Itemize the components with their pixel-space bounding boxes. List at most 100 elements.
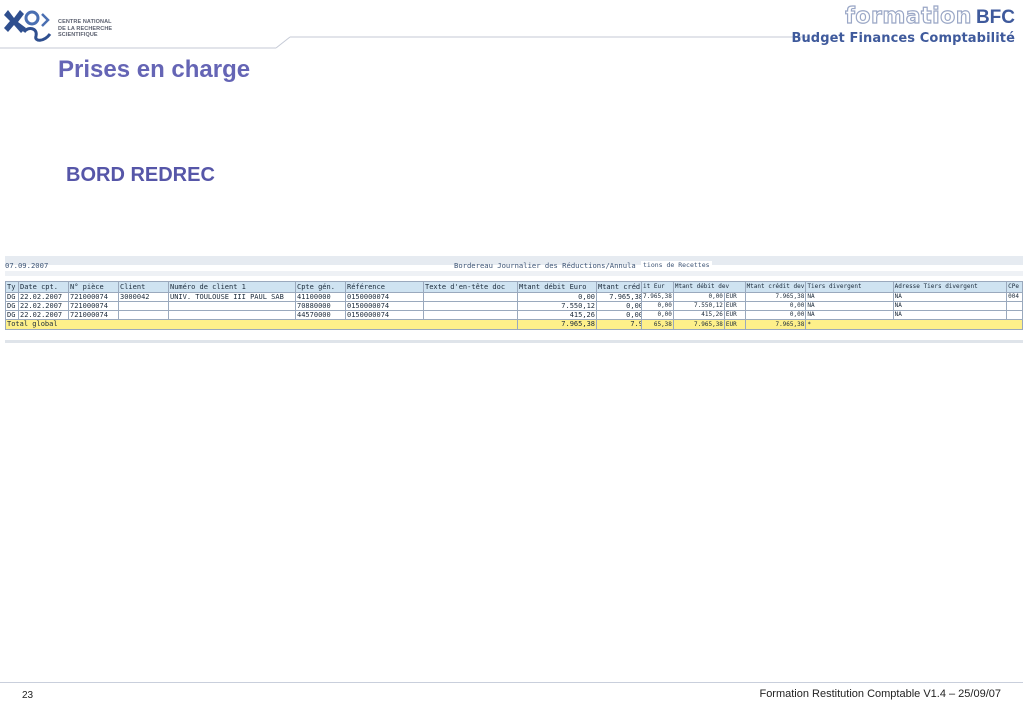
table-row[interactable]: DG 22.02.2007 721000074 3000042 UNIV. TO…: [5, 292, 645, 302]
cell-client: [118, 301, 169, 311]
cell-credit: 7.965,38: [596, 292, 645, 302]
brand-bfc: BFC: [975, 7, 1015, 28]
sap-report-date: 07.09.2007: [5, 261, 49, 270]
cell-credit-euro: 0,00: [641, 310, 674, 320]
cell-currency: EUR: [723, 301, 746, 311]
column-header[interactable]: Texte d'en-tête doc: [423, 281, 518, 293]
cell-client-name: [168, 301, 296, 311]
cell-piece: 721000074: [68, 310, 119, 320]
cell-date: 22.02.2007: [18, 301, 69, 311]
column-header[interactable]: Mtant crédit dev: [744, 281, 807, 293]
bfc-brand: formation BFC Budget Finances Comptabili…: [791, 3, 1015, 46]
table-row[interactable]: 0,00 7.550,12 EUR 0,00 NA NA: [641, 301, 1023, 311]
column-header[interactable]: CPe: [1006, 281, 1023, 293]
table-header-row: Ty Date cpt. N° pièce Client Numéro de c…: [5, 281, 645, 293]
cell-debit: 7.550,12: [517, 301, 597, 311]
total-tiers: *: [805, 319, 1023, 330]
cell-account: 70880000: [295, 301, 346, 311]
cell-client-name: UNIV. TOULOUSE III PAUL SAB: [168, 292, 296, 302]
cell-header-text: [423, 301, 518, 311]
cell-date: 22.02.2007: [18, 292, 69, 302]
sap-report-table: Ty Date cpt. N° pièce Client Numéro de c…: [5, 281, 645, 330]
cell-credit: 0,00: [596, 310, 645, 320]
column-header[interactable]: Numéro de client 1: [168, 281, 296, 293]
total-debit-dev: 7.965,38: [672, 319, 725, 330]
cell-header-text: [423, 310, 518, 320]
column-header[interactable]: Mtant débit dev: [672, 281, 746, 293]
cell-credit-dev: 0,00: [744, 310, 807, 320]
cell-type: DG: [5, 301, 19, 311]
table-row[interactable]: 0,00 415,26 EUR 0,00 NA NA: [641, 310, 1023, 320]
cell-piece: 721000074: [68, 301, 119, 311]
column-header[interactable]: N° pièce: [68, 281, 119, 293]
bfc-brand-top: formation BFC: [791, 3, 1015, 29]
cell-reference: 0150000074: [345, 292, 424, 302]
table-row[interactable]: DG 22.02.2007 721000074 70880000 0150000…: [5, 301, 645, 311]
brand-formation: formation: [845, 3, 972, 29]
total-credit-euro: 65,38: [641, 319, 674, 330]
total-credit: 7.9: [596, 319, 645, 330]
cell-currency: EUR: [723, 292, 746, 302]
cell-account: 44570000: [295, 310, 346, 320]
table-row[interactable]: DG 22.02.2007 721000074 44570000 0150000…: [5, 310, 645, 320]
cell-type: DG: [5, 292, 19, 302]
total-label: Total global: [5, 319, 518, 330]
cell-credit-dev: 7.965,38: [744, 292, 807, 302]
total-currency: EUR: [723, 319, 746, 330]
page-number: 23: [22, 690, 34, 701]
column-header[interactable]: Ty: [5, 281, 19, 293]
cell-cpe: [1006, 310, 1023, 320]
total-row[interactable]: Total global 7.965,38 7.9: [5, 319, 645, 330]
cell-type: DG: [5, 310, 19, 320]
cell-debit-dev: 0,00: [672, 292, 725, 302]
cell-credit: 0,00: [596, 301, 645, 311]
column-header[interactable]: it Eur: [641, 281, 674, 293]
org-line-1: CENTRE NATIONAL: [58, 19, 112, 25]
cell-credit-euro: 7.965,38: [641, 292, 674, 302]
column-header[interactable]: Référence: [345, 281, 424, 293]
cell-debit: 415,26: [517, 310, 597, 320]
table-row[interactable]: 7.965,38 0,00 EUR 7.965,38 NA NA 004: [641, 292, 1023, 302]
cell-date: 22.02.2007: [18, 310, 69, 320]
cell-address: NA: [892, 301, 1008, 311]
total-row[interactable]: 65,38 7.965,38 EUR 7.965,38 *: [641, 319, 1023, 330]
page-title: Prises en charge: [58, 56, 251, 83]
cell-tiers: NA: [805, 310, 894, 320]
footer-rule: [0, 682, 1023, 683]
cell-debit-dev: 7.550,12: [672, 301, 725, 311]
cell-reference: 0150000074: [345, 301, 424, 311]
cnrs-org-name: CENTRE NATIONAL DE LA RECHERCHE SCIENTIF…: [58, 19, 112, 39]
cell-credit-euro: 0,00: [641, 301, 674, 311]
cell-debit-dev: 415,26: [672, 310, 725, 320]
cell-piece: 721000074: [68, 292, 119, 302]
cell-debit: 0,00: [517, 292, 597, 302]
column-header[interactable]: Mtant débit Euro: [517, 281, 597, 293]
total-debit: 7.965,38: [517, 319, 597, 330]
section-title: BORD REDREC: [66, 164, 215, 186]
cell-cpe: 004: [1006, 292, 1023, 302]
cell-currency: EUR: [723, 310, 746, 320]
cell-address: NA: [892, 310, 1008, 320]
cell-client: [118, 310, 169, 320]
sap2-report-title: tions de Recettes: [641, 261, 712, 269]
cell-credit-dev: 0,00: [744, 301, 807, 311]
column-header[interactable]: Date cpt.: [18, 281, 69, 293]
org-line-3: SCIENTIFIQUE: [58, 32, 98, 39]
cell-client-name: [168, 310, 296, 320]
column-header[interactable]: Client: [118, 281, 169, 293]
column-header[interactable]: Mtant créd: [596, 281, 645, 293]
sap2-report-table: it Eur Mtant débit dev Mtant crédit dev …: [641, 281, 1023, 330]
cell-header-text: [423, 292, 518, 302]
cell-tiers: NA: [805, 301, 894, 311]
column-header[interactable]: Adresse Tiers divergent: [892, 281, 1008, 293]
sap2-separator-strip: [641, 271, 1023, 276]
footer-text: Formation Restitution Comptable V1.4 – 2…: [759, 688, 1001, 700]
cell-account: 41100000: [295, 292, 346, 302]
column-header[interactable]: Cpte gén.: [295, 281, 346, 293]
sap-report-continuation: tions de Recettes it Eur Mtant débit dev…: [641, 256, 1023, 346]
cell-cpe: [1006, 301, 1023, 311]
cnrs-logo-icon: [4, 10, 52, 42]
org-line-2: DE LA RECHERCHE: [58, 25, 113, 32]
column-header[interactable]: Tiers divergent: [805, 281, 894, 293]
sap-report-title: Bordereau Journalier des Réductions/Annu…: [454, 261, 636, 270]
